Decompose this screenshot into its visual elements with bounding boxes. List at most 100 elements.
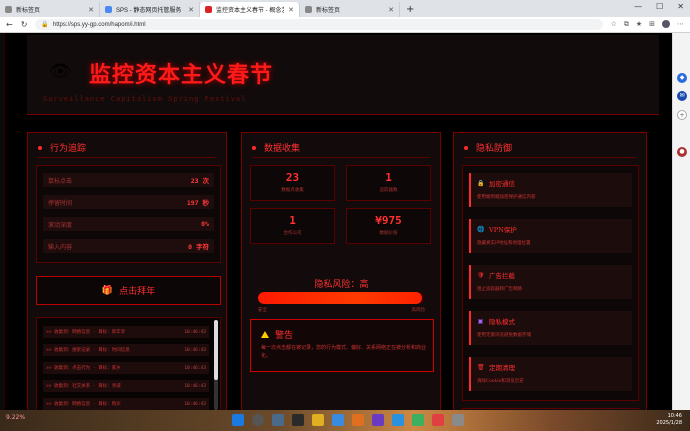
privacy-tip: 🛡 广告拦截 阻止追踪器和广告网络	[469, 265, 632, 299]
browser-tab-1[interactable]: 新标签页 ✕	[0, 2, 100, 17]
file-explorer-icon[interactable]	[312, 414, 324, 426]
copilot-icon[interactable]: ◆	[677, 73, 687, 83]
stat-value: 23	[285, 171, 300, 184]
collections-icon[interactable]: ⊞	[649, 20, 655, 29]
start-icon[interactable]	[232, 414, 244, 426]
page-content: 👁 监控资本主义春节 Surveillance Capitalism Sprin…	[4, 33, 672, 410]
tracking-panel: 行为追踪 鼠标点击 23 次 停留时间 197 秒 滚动深度 0% 输入内容 0…	[27, 132, 227, 410]
risk-label: 隐私风险：高	[314, 280, 369, 290]
stat-label: 数据价值	[379, 231, 398, 236]
refresh-icon[interactable]: ↻	[21, 20, 28, 29]
tab-title: SPS - 静态网页托管服务	[116, 8, 182, 14]
log-time: 10:46:43	[184, 383, 206, 389]
metric-value: 0 字符	[188, 243, 209, 251]
window-controls: — ☐ ✕	[634, 2, 684, 11]
metric-label: 停留时间	[48, 199, 73, 207]
more-icon[interactable]: ⋯	[677, 20, 684, 29]
scrollbar-thumb[interactable]	[214, 320, 218, 380]
close-icon[interactable]: ✕	[388, 6, 394, 14]
log-text: >> 收集到：网络信息 · 目标：购买	[46, 402, 121, 407]
log-text: >> 收集到：搜索记录 · 目标：时间信息	[46, 348, 130, 353]
log-line: >> 收集到：搜索记录 · 目标：时间信息 10:46:43	[43, 344, 209, 356]
tab-title: 新标签页	[16, 8, 41, 14]
log-line: >> 收集到：网络信息 · 目标：购买 10:46:43	[43, 398, 209, 410]
log-scrollbar[interactable]	[214, 320, 218, 410]
minimize-icon[interactable]: —	[634, 2, 642, 11]
stat-value: 1	[289, 214, 296, 227]
browser-tab-4[interactable]: 新标签页 ✕	[300, 2, 400, 17]
close-icon[interactable]: ✕	[88, 6, 94, 14]
star-icon[interactable]: ☆	[611, 20, 617, 29]
clock-time: 10:46	[667, 413, 682, 419]
maximize-icon[interactable]: ☐	[656, 2, 663, 11]
search-icon[interactable]	[252, 414, 264, 426]
browser-tab-3[interactable]: 监控资本主义春节 - 概念艺术 ✕	[200, 2, 300, 17]
extensions-icon[interactable]: ⧉	[624, 20, 629, 29]
close-window-icon[interactable]: ✕	[677, 2, 684, 11]
app-icon[interactable]	[372, 414, 384, 426]
globe-icon: 🌐	[477, 225, 485, 233]
avatar[interactable]	[662, 20, 670, 28]
tip-desc: 清除Cookie和浏览历史	[477, 379, 524, 384]
tip-title: 定期清理	[489, 364, 515, 372]
app-icon[interactable]	[412, 414, 424, 426]
privacy-tip: 🗑 定期清理 清除Cookie和浏览历史	[469, 357, 632, 391]
edge-icon[interactable]	[332, 414, 344, 426]
url-text: https://sps.yy-gp.com/hapom/i.html	[52, 21, 146, 28]
stat-card: 1 合作公司	[250, 208, 335, 244]
system-clock[interactable]: 10:46 2025/1/28	[656, 413, 682, 427]
bullet-icon	[464, 145, 468, 150]
risk-bar-fill	[258, 292, 422, 304]
privacy-risk-meter: 隐私风险：高 安全 高风险	[250, 277, 433, 313]
app-icon[interactable]	[432, 414, 444, 426]
tracking-metrics: 鼠标点击 23 次 停留时间 197 秒 滚动深度 0% 输入内容 0 字符	[36, 165, 221, 263]
stat-value: 1	[385, 171, 392, 184]
tip-desc: 使用端到端加密保护通信内容	[477, 195, 536, 200]
metric-row: 停留时间 197 秒	[43, 195, 214, 209]
trash-icon: 🗑	[477, 363, 485, 371]
eye-icon: 👁	[49, 61, 72, 82]
metric-row: 鼠标点击 23 次	[43, 173, 214, 187]
new-tab-button[interactable]: +	[400, 2, 420, 17]
page-icon	[305, 6, 312, 13]
app-icon[interactable]: ●	[677, 147, 687, 157]
log-line: >> 收集到：网络信息 · 目标：新年享 10:46:43	[43, 326, 209, 338]
stat-card: 23 数据点收集	[250, 165, 335, 201]
back-icon[interactable]: ←	[6, 20, 13, 29]
click-greeting-button[interactable]: 🎁 点击拜年	[36, 276, 221, 305]
panel-title-text: 数据收集	[264, 144, 301, 154]
incognito-icon: ▣	[477, 317, 484, 325]
panel-title-text: 行为追踪	[50, 144, 87, 154]
gift-icon: 🎁	[101, 285, 114, 296]
toolbar-icons: ☆ ⧉ ★ ⊞ ⋯	[611, 20, 684, 29]
metric-row: 输入内容 0 字符	[43, 239, 214, 253]
close-icon[interactable]: ✕	[288, 6, 294, 14]
stat-value: ¥975	[375, 214, 402, 227]
stat-label: 追踪器数	[379, 188, 398, 193]
vscode-icon[interactable]	[392, 414, 404, 426]
browser-tab-2[interactable]: SPS - 静态网页托管服务 ✕	[100, 2, 200, 17]
metric-value: 0%	[201, 220, 209, 228]
outlook-icon[interactable]: ✉	[677, 91, 687, 101]
close-icon[interactable]: ✕	[188, 6, 194, 14]
weather-widget[interactable]: 9.22%	[6, 414, 25, 421]
browser-tab-bar: 新标签页 ✕ SPS - 静态网页托管服务 ✕ 监控资本主义春节 - 概念艺术 …	[0, 0, 690, 17]
app-icon[interactable]	[452, 414, 464, 426]
risk-low-label: 安全	[258, 308, 267, 313]
risk-high-label: 高风险	[411, 308, 426, 313]
add-icon[interactable]: +	[677, 110, 687, 120]
warning-body: 每一次点击都在被记录，您的行为模式、偏好、关系网络正在被分析和商业化。	[261, 345, 427, 359]
terminal-icon[interactable]	[292, 414, 304, 426]
tip-title: 隐私模式	[489, 318, 515, 326]
metric-label: 输入内容	[48, 243, 73, 251]
favorites-icon[interactable]: ★	[636, 20, 642, 29]
divider	[464, 157, 636, 158]
tip-desc: 阻止追踪器和广告网络	[477, 287, 522, 292]
lock-icon: 🔒	[477, 179, 485, 187]
data-log[interactable]: >> 收集到：网络信息 · 目标：新年享 10:46:43 >> 收集到：搜索记…	[36, 317, 221, 410]
task-view-icon[interactable]	[272, 414, 284, 426]
address-bar[interactable]: 🔒 https://sps.yy-gp.com/hapom/i.html	[35, 19, 603, 30]
log-time: 10:46:43	[184, 329, 206, 335]
app-icon[interactable]	[352, 414, 364, 426]
warning-icon	[261, 331, 269, 338]
